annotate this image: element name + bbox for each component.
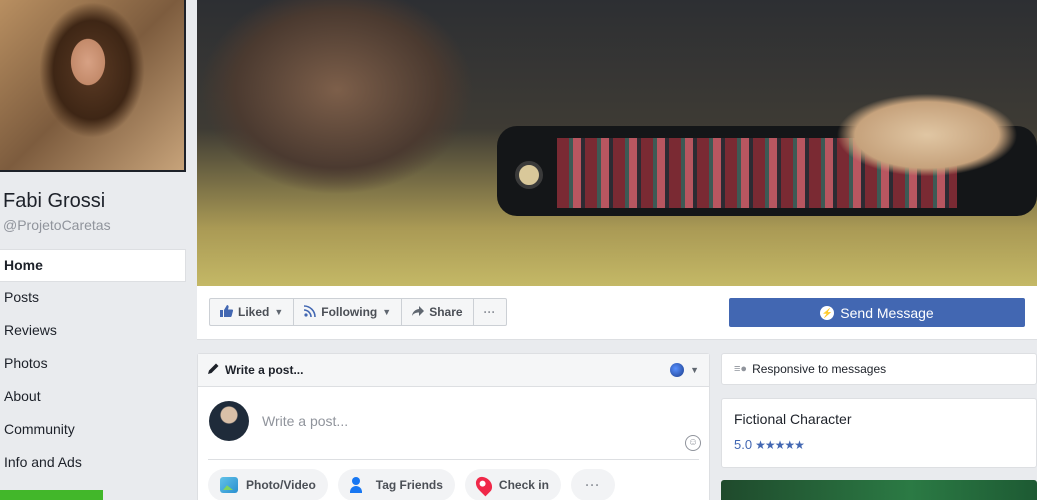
nav-item-home[interactable]: Home	[0, 249, 186, 282]
composer-header-label: Write a post...	[225, 363, 304, 377]
tag-friends-icon	[349, 477, 368, 493]
send-message-label: Send Message	[840, 304, 934, 321]
more-actions-button[interactable]: ···	[570, 469, 615, 500]
photo-video-label: Photo/Video	[246, 478, 316, 492]
responsive-label: Responsive to messages	[752, 362, 887, 376]
chevron-down-icon[interactable]: ▼	[690, 365, 699, 375]
more-options-button[interactable]: ···	[472, 298, 507, 326]
pencil-icon	[208, 363, 219, 377]
rating[interactable]: 5.0 ★★★★★	[734, 437, 1024, 452]
nav-item-about[interactable]: About	[0, 381, 186, 414]
check-in-button[interactable]: Check in	[464, 469, 561, 500]
photo-icon	[220, 477, 238, 493]
rss-icon	[304, 304, 317, 320]
page-category[interactable]: Fictional Character	[734, 411, 1024, 427]
share-arrow-icon	[412, 305, 425, 319]
nav-item-reviews[interactable]: Reviews	[0, 315, 186, 348]
emoji-icon[interactable]: ☺	[685, 435, 701, 451]
messenger-icon: ⚡	[820, 305, 835, 320]
nav-item-photos[interactable]: Photos	[0, 348, 186, 381]
page-actions-group: Liked ▼ Following ▼ Share ···	[209, 298, 507, 326]
rating-value: 5.0	[734, 437, 753, 452]
category-card: Fictional Character 5.0 ★★★★★	[721, 398, 1037, 468]
share-button[interactable]: Share	[401, 298, 474, 326]
liked-label: Liked	[238, 305, 270, 319]
send-message-button[interactable]: ⚡ Send Message	[729, 298, 1025, 327]
following-label: Following	[321, 305, 378, 319]
responsive-badge-card: ≡● Responsive to messages	[721, 353, 1037, 385]
share-label: Share	[429, 305, 463, 319]
location-pin-icon	[472, 473, 496, 497]
message-bubble-icon: ≡●	[734, 363, 748, 375]
liked-button[interactable]: Liked ▼	[209, 298, 295, 326]
page-action-bar: Liked ▼ Following ▼ Share ··· ⚡ Send Mes…	[197, 286, 1037, 340]
profile-picture[interactable]	[0, 0, 186, 172]
chevron-down-icon: ▼	[382, 307, 392, 317]
more-icon: ···	[483, 305, 496, 319]
tag-friends-label: Tag Friends	[375, 478, 443, 492]
post-composer: Write a post... ▼ Write a post... ☺ Phot…	[197, 353, 710, 500]
composer-header[interactable]: Write a post... ▼	[198, 354, 709, 387]
page-name[interactable]: Fabi Grossi	[3, 190, 105, 213]
check-in-label: Check in	[498, 478, 549, 492]
nav-item-info-and-ads[interactable]: Info and Ads	[0, 447, 186, 480]
star-icon: ★★★★★	[755, 437, 805, 452]
photo-video-button[interactable]: Photo/Video	[208, 469, 328, 500]
composer-body: Write a post... ☺	[198, 387, 709, 459]
composer-actions: Photo/Video Tag Friends Check in ···	[198, 460, 709, 500]
post-input[interactable]: Write a post...	[262, 413, 348, 429]
cover-photo[interactable]	[197, 0, 1037, 286]
page-handle[interactable]: @ProjetoCaretas	[3, 217, 111, 233]
tag-friends-button[interactable]: Tag Friends	[337, 469, 455, 500]
avatar[interactable]	[209, 401, 249, 441]
left-navigation: Home Posts Reviews Photos About Communit…	[0, 249, 186, 480]
thumbs-up-icon	[220, 304, 234, 320]
nav-item-community[interactable]: Community	[0, 414, 186, 447]
following-button[interactable]: Following ▼	[293, 298, 403, 326]
create-page-button[interactable]	[0, 490, 103, 500]
globe-icon[interactable]	[670, 363, 685, 377]
nav-item-posts[interactable]: Posts	[0, 282, 186, 315]
chevron-down-icon: ▼	[274, 307, 284, 317]
photo-preview-card[interactable]	[721, 480, 1037, 500]
more-icon: ···	[585, 478, 601, 492]
